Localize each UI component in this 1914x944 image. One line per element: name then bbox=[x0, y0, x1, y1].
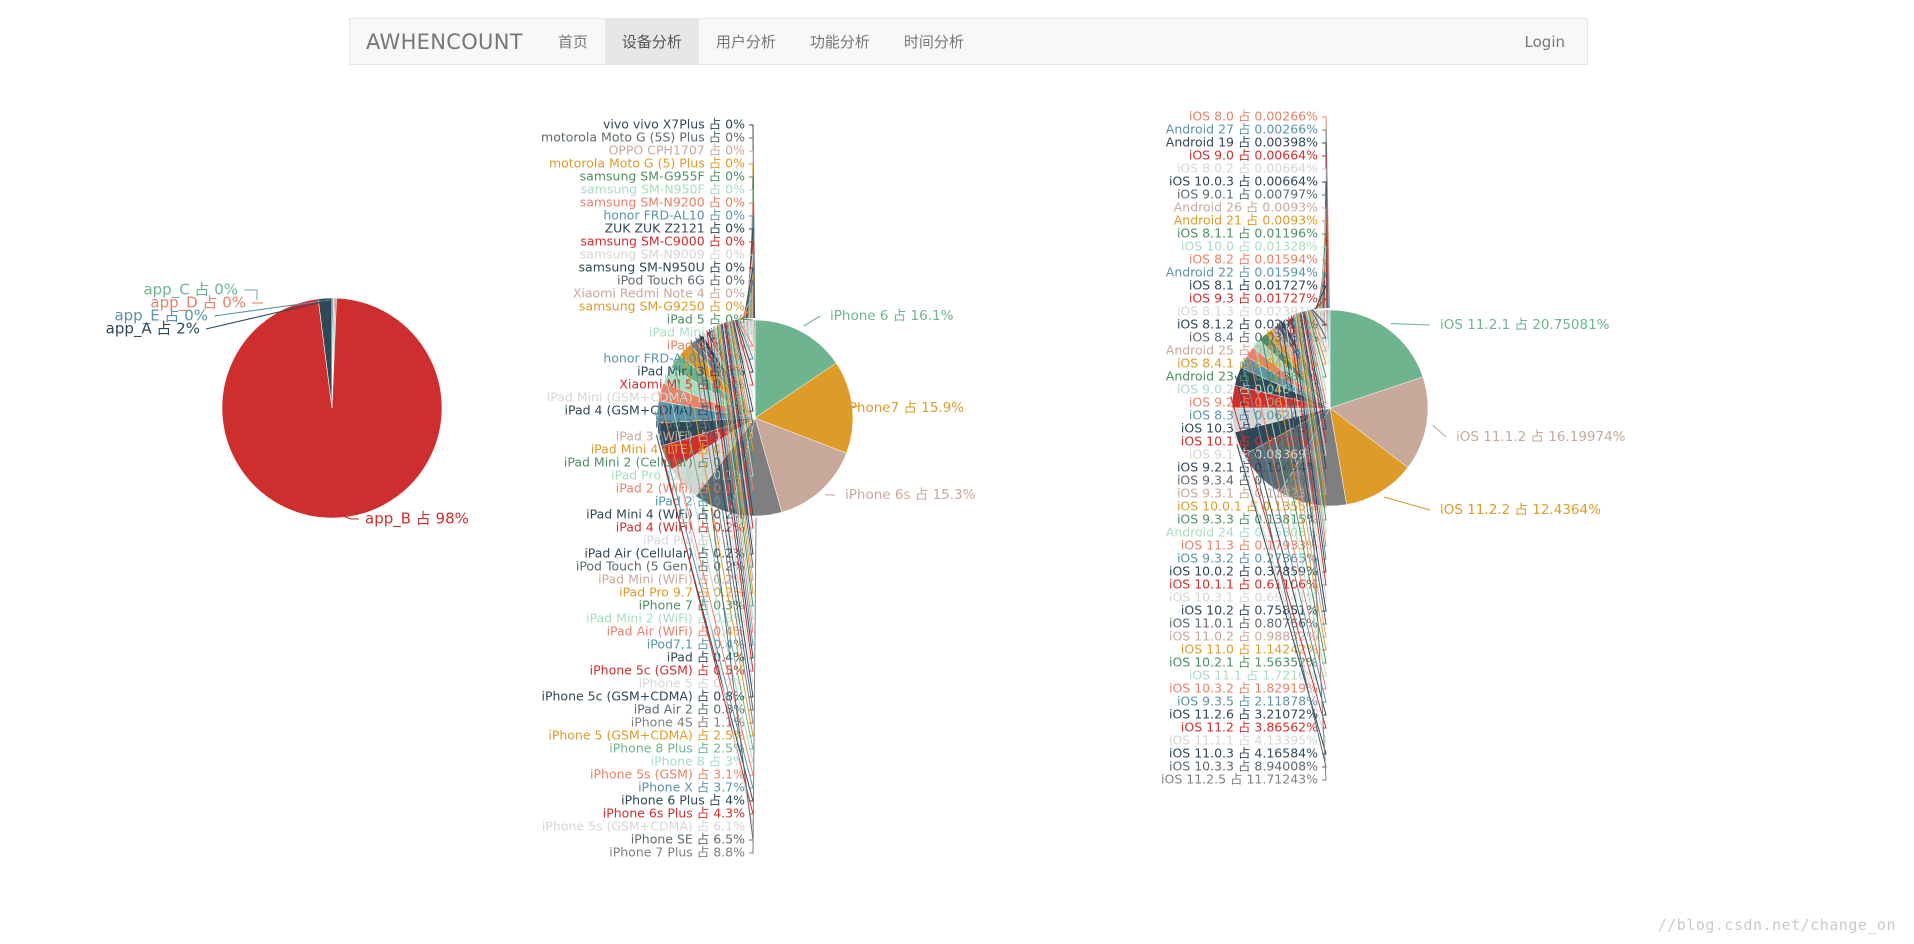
nav-item-0[interactable]: 首页 bbox=[541, 19, 605, 64]
login-link[interactable]: Login bbox=[1503, 19, 1587, 64]
nav-item-label: 功能分析 bbox=[809, 33, 870, 51]
navbar-right: Login bbox=[1503, 19, 1587, 64]
os-pie-svg: iOS 11.2.1 占 20.75081% iOS 11.1.2 占 16.19… bbox=[1161, 109, 1626, 787]
label-leader-line bbox=[1432, 424, 1447, 438]
pie-label: iPhone 6 占 16.1% bbox=[830, 308, 954, 324]
nav-item-4[interactable]: 时间分析 bbox=[887, 19, 981, 64]
chart-app-distribution[interactable]: app_C 占 0% app_D 占 0% app_E 占 0% app_A 占 2%… bbox=[10, 95, 610, 944]
nav-item-label: 设备分析 bbox=[621, 33, 682, 51]
nav-item-3[interactable]: 功能分析 bbox=[793, 19, 887, 64]
nav-item-1[interactable]: 设备分析 bbox=[604, 19, 699, 64]
nav-item-label: 首页 bbox=[557, 33, 588, 51]
nav-item-label: 用户分析 bbox=[715, 33, 776, 51]
brand-logo[interactable]: AWHENCOUNT bbox=[350, 19, 541, 64]
nav-item-2[interactable]: 用户分析 bbox=[699, 19, 793, 64]
charts-container: app_C 占 0% app_D 占 0% app_E 占 0% app_A 占 2%… bbox=[0, 95, 1914, 944]
pie-label: iOS 11.2.1 占 20.75081% bbox=[1440, 317, 1610, 333]
label-leader-line bbox=[1383, 496, 1431, 511]
pie-label: iOS 11.2.5 占 11.71243% bbox=[1161, 772, 1318, 787]
page-root: AWHENCOUNT 首页 设备分析 用户分析 功能分析 时间分析 Login app_… bbox=[0, 0, 1914, 944]
pie-label: app_A 占 2% bbox=[106, 320, 200, 339]
pie-label: iPhone 7 Plus 占 8.8% bbox=[609, 845, 745, 860]
label-leader-line bbox=[803, 315, 821, 327]
pie-label: iPhone7 占 15.9% bbox=[845, 400, 964, 416]
label-leader-line bbox=[1390, 323, 1431, 326]
pie-label: iOS 11.2.2 占 12.4364% bbox=[1440, 502, 1601, 518]
navbar: AWHENCOUNT 首页 设备分析 用户分析 功能分析 时间分析 Login bbox=[349, 18, 1588, 65]
pie-label: iOS 11.1.2 占 16.19974% bbox=[1456, 429, 1626, 445]
chart-os-version-distribution[interactable]: iOS 11.2.1 占 20.75081% iOS 11.1.2 占 16.19… bbox=[1140, 95, 1900, 944]
chart-device-distribution[interactable]: iPhone 6 占 16.1% iPhone7 占 15.9% iPhone 6s… bbox=[541, 95, 1205, 944]
pie-label: app_B 占 98% bbox=[365, 510, 469, 529]
nav-item-label: 时间分析 bbox=[903, 33, 964, 51]
pie-label: iPhone 6s 占 15.3% bbox=[845, 487, 976, 503]
watermark-text: //blog.csdn.net/change_on bbox=[1657, 916, 1896, 934]
device-pie-svg: iPhone 6 占 16.1% iPhone7 占 15.9% iPhone 6s… bbox=[541, 117, 976, 860]
nav-items: 首页 设备分析 用户分析 功能分析 时间分析 bbox=[541, 19, 981, 64]
app-pie-svg: app_C 占 0%app_D 占 0%app_E 占 0%app_A 占 2%… bbox=[106, 281, 469, 529]
